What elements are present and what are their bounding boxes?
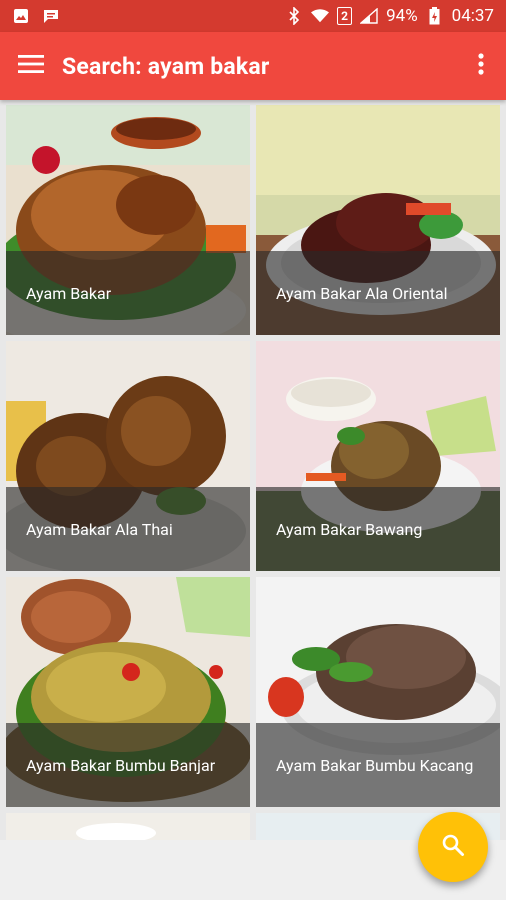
bluetooth-icon xyxy=(285,7,303,25)
search-icon xyxy=(441,833,465,861)
hamburger-icon xyxy=(18,54,44,78)
app-bar: Search: ayam bakar xyxy=(0,32,506,100)
battery-percent: 94% xyxy=(386,6,418,26)
gallery-notification-icon xyxy=(12,7,30,25)
recipe-card[interactable]: Ayam Bakar Ala Oriental xyxy=(256,105,500,335)
sim-icon: 2 xyxy=(337,7,353,25)
recipe-title: Ayam Bakar Bumbu Banjar xyxy=(6,723,250,807)
search-fab[interactable] xyxy=(418,812,488,882)
wifi-icon xyxy=(311,7,330,25)
battery-icon xyxy=(426,7,444,25)
results-grid: Ayam Bakar Ayam Bakar Ala Oriental Ayam xyxy=(0,100,506,840)
recipe-title: Ayam Bakar xyxy=(6,251,250,335)
signal-icon xyxy=(360,7,378,25)
menu-button[interactable] xyxy=(0,32,62,100)
recipe-card[interactable] xyxy=(6,813,250,840)
recipe-card[interactable]: Ayam Bakar xyxy=(6,105,250,335)
clock: 04:37 xyxy=(451,6,494,26)
recipe-title: Ayam Bakar Ala Thai xyxy=(6,487,250,571)
status-bar: 2 94% 04:37 xyxy=(0,0,506,32)
recipe-card[interactable]: Ayam Bakar Bumbu Kacang xyxy=(256,577,500,807)
page-title: Search: ayam bakar xyxy=(62,52,270,80)
recipe-card[interactable]: Ayam Bakar Bawang xyxy=(256,341,500,571)
more-vert-icon xyxy=(478,53,484,79)
recipe-card[interactable]: Ayam Bakar Bumbu Banjar xyxy=(6,577,250,807)
recipe-title: Ayam Bakar Bawang xyxy=(256,487,500,571)
recipe-card[interactable]: Ayam Bakar Ala Thai xyxy=(6,341,250,571)
recipe-photo xyxy=(6,813,250,840)
recipe-title: Ayam Bakar Bumbu Kacang xyxy=(256,723,500,807)
recipe-title: Ayam Bakar Ala Oriental xyxy=(256,251,500,335)
message-notification-icon xyxy=(42,7,60,25)
more-options-button[interactable] xyxy=(456,32,506,100)
